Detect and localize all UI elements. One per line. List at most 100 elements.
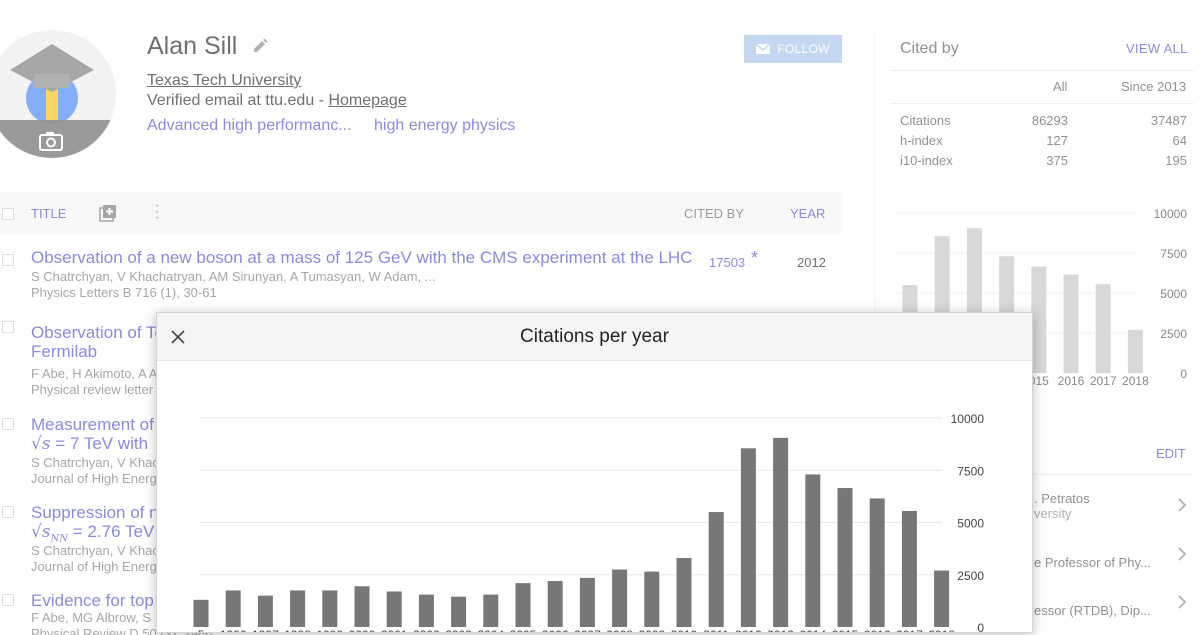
- sort-by-year[interactable]: YEAR: [790, 206, 825, 221]
- x-tick-label: 2007: [574, 628, 601, 632]
- bar: [418, 594, 434, 627]
- bar: [612, 569, 628, 627]
- bar: [805, 474, 821, 627]
- x-tick-label: 2012: [735, 628, 762, 632]
- article-title[interactable]: Evidence for top q: [31, 591, 168, 611]
- article-authors: F Abe, H Akimoto, A A: [31, 366, 158, 381]
- coauthor-item[interactable]: essor (RTDB), Dip...: [1034, 603, 1151, 618]
- bar: [869, 498, 885, 627]
- interest-link[interactable]: Advanced high performanc...: [147, 117, 352, 134]
- article-authors: F Abe, MG Albrow, S: [31, 610, 151, 625]
- stat-all: 127: [1046, 133, 1068, 148]
- col-header-all: All: [1053, 79, 1068, 94]
- bar: [290, 590, 306, 627]
- row-checkbox[interactable]: [2, 594, 14, 606]
- article-year: 2012: [797, 255, 826, 270]
- article-title[interactable]: Observation of To: [31, 323, 164, 343]
- article-authors: S Chatrchyan, V Khac: [31, 455, 159, 470]
- x-tick-label: 2001: [381, 628, 408, 632]
- article-title-line2[interactable]: √s = 7 TeV with: [31, 434, 148, 454]
- homepage-link[interactable]: Homepage: [328, 92, 406, 109]
- row-checkbox[interactable]: [2, 321, 14, 333]
- y-tick-label: 5000: [1160, 287, 1187, 301]
- chevron-right-icon[interactable]: [1176, 497, 1188, 513]
- row-checkbox[interactable]: [2, 418, 14, 430]
- citations-per-year-chart[interactable]: 0 2500 5000 7500 10000 5 1996 1997 1998 1999 2000 2…: [157, 361, 1032, 632]
- merged-citations-star[interactable]: *: [751, 248, 758, 269]
- y-tick-label: 0: [1180, 367, 1187, 381]
- sort-by-title[interactable]: TITLE: [31, 206, 66, 221]
- y-tick-label: 2500: [957, 569, 984, 583]
- article-venue: Journal of High Energ: [31, 559, 157, 574]
- stat-all: 375: [1046, 153, 1068, 168]
- bar: [934, 570, 950, 627]
- x-tick-label: 2016: [1058, 374, 1085, 388]
- divider: [891, 70, 1194, 71]
- bar: [773, 437, 789, 627]
- email-line: Verified email at ttu.edu - Homepage: [147, 92, 407, 110]
- row-checkbox[interactable]: [2, 254, 14, 266]
- y-tick-label: 5000: [957, 517, 984, 531]
- profile-avatar[interactable]: [0, 30, 116, 158]
- article-title[interactable]: Suppression of no: [31, 503, 168, 523]
- view-all-link[interactable]: VIEW ALL: [1126, 41, 1188, 56]
- y-tick-label: 10000: [951, 412, 985, 426]
- x-tick-label: 2010: [671, 628, 698, 632]
- stat-row-h-index: h-index 127 64: [900, 133, 1187, 151]
- x-tick-label: 1996: [220, 628, 247, 632]
- x-tick-label: 2006: [542, 628, 569, 632]
- x-tick-label: 2017: [1090, 374, 1117, 388]
- x-tick-label: 2017: [896, 628, 923, 632]
- affiliation-link[interactable]: Texas Tech University: [147, 72, 301, 90]
- stat-row-citations: Citations 86293 37487: [900, 113, 1187, 131]
- x-tick-label: 2018: [1122, 374, 1149, 388]
- coauthors-edit-link[interactable]: EDIT: [1156, 446, 1186, 461]
- article-title[interactable]: Measurement of t: [31, 415, 163, 435]
- select-all-checkbox[interactable]: [2, 208, 14, 220]
- row-checkbox[interactable]: [2, 506, 14, 518]
- y-tick-label: 0: [977, 621, 984, 632]
- x-tick-label: 2011: [703, 628, 729, 632]
- bar: [676, 558, 692, 627]
- bar: [225, 590, 241, 627]
- coauthor-item[interactable]: . Petratos versity: [1034, 491, 1090, 521]
- bar: [579, 577, 595, 627]
- article-authors: S Chatrchyan, V Khac: [31, 543, 159, 558]
- cited-by-count[interactable]: 17503: [709, 255, 745, 270]
- stat-label: i10-index: [900, 153, 953, 168]
- bar: [740, 448, 756, 627]
- article-venue: Physical review letter: [31, 382, 154, 397]
- article-title-line2[interactable]: √sNN = 2.76 TeV: [31, 522, 154, 544]
- stat-since: 37487: [1150, 113, 1187, 128]
- follow-button[interactable]: FOLLOW: [744, 35, 842, 63]
- article-title-tail: = 7 TeV with: [55, 434, 149, 453]
- x-tick-label: 2003: [445, 628, 472, 632]
- bar: [1063, 274, 1079, 373]
- article-title-line2[interactable]: Fermilab: [31, 342, 97, 362]
- bar: [515, 583, 531, 627]
- x-tick-label: 2005: [510, 628, 537, 632]
- dialog-title: Citations per year: [520, 326, 669, 347]
- y-tick-label: 10000: [1154, 207, 1188, 221]
- coauthor-affiliation: e Professor of Phy...: [1034, 555, 1151, 570]
- x-tick-label: 1997: [252, 628, 279, 632]
- research-interests: Advanced high performanc... high energy …: [147, 117, 533, 135]
- sqrt-snn-math: √sNN: [31, 522, 69, 545]
- divider: [1034, 474, 1194, 475]
- article-title[interactable]: Observation of a new boson at a mass of …: [31, 248, 692, 268]
- pencil-icon[interactable]: [252, 38, 268, 54]
- camera-icon[interactable]: [39, 131, 63, 151]
- more-options-icon[interactable]: · · ·: [152, 198, 162, 226]
- x-tick-label: 1999: [316, 628, 343, 632]
- bar: [451, 596, 467, 627]
- interest-link[interactable]: high energy physics: [374, 117, 515, 134]
- envelope-icon: [756, 44, 771, 54]
- x-tick-label: 5: [198, 628, 205, 632]
- bar: [257, 595, 273, 627]
- coauthor-item[interactable]: e Professor of Phy...: [1034, 555, 1151, 570]
- col-header-since: Since 2013: [1121, 79, 1187, 94]
- add-article-icon[interactable]: [99, 204, 117, 222]
- sort-by-cited[interactable]: CITED BY: [684, 206, 744, 221]
- chevron-right-icon[interactable]: [1176, 546, 1188, 562]
- chevron-right-icon[interactable]: [1176, 594, 1188, 610]
